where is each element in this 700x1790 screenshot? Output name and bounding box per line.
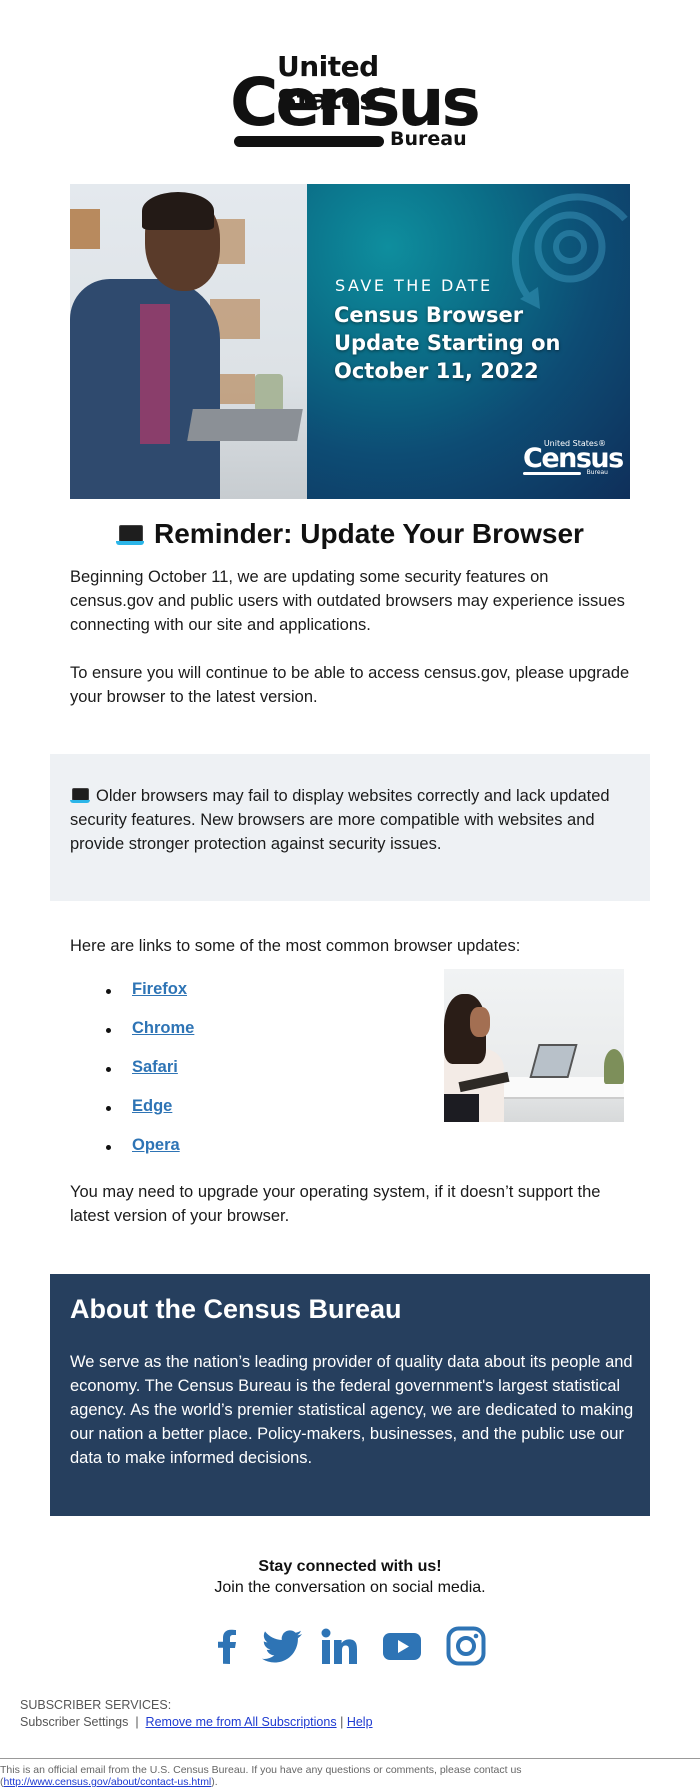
safari-link[interactable]: Safari <box>132 1058 178 1076</box>
help-link[interactable]: Help <box>347 1715 373 1729</box>
reminder-paragraph-1: Beginning October 11, we are updating so… <box>70 568 625 634</box>
firefox-link[interactable]: Firefox <box>132 980 187 998</box>
social-icons <box>208 1626 490 1672</box>
stay-connected-subline: Join the conversation on social media. <box>214 1579 486 1596</box>
list-item: Chrome <box>106 1019 194 1058</box>
hero-photo-man-at-laptop <box>70 184 307 499</box>
facebook-icon[interactable] <box>208 1626 248 1666</box>
reminder-paragraph-2: To ensure you will continue to be able t… <box>70 664 630 706</box>
about-heading: About the Census Bureau <box>70 1294 402 1324</box>
woman-at-laptop-photo <box>444 969 624 1122</box>
older-browsers-notice: Older browsers may fail to display websi… <box>50 754 650 901</box>
logo-bar <box>234 136 384 147</box>
list-item: Safari <box>106 1058 194 1097</box>
separator: | <box>340 1715 344 1729</box>
browser-link-list: Firefox Chrome Safari Edge Opera <box>106 980 194 1175</box>
gear-icon <box>511 193 628 309</box>
browser-links-section: Here are links to some of the most commo… <box>70 934 630 1154</box>
logo-bureau: Bureau <box>390 128 467 150</box>
stay-connected-headline: Stay connected with us! <box>258 1558 442 1575</box>
about-body: We serve as the nation’s leading provide… <box>70 1353 634 1467</box>
list-item: Edge <box>106 1097 194 1136</box>
remove-all-subscriptions-link[interactable]: Remove me from All Subscriptions <box>146 1715 337 1729</box>
stay-connected: Stay connected with us! Join the convers… <box>0 1556 700 1598</box>
chrome-link[interactable]: Chrome <box>132 1019 194 1037</box>
hero-banner: SAVE THE DATE Census Browser Update Star… <box>70 184 630 499</box>
separator: | <box>135 1715 139 1729</box>
twitter-icon[interactable] <box>260 1626 304 1666</box>
hero-census-logo: United States® Census Bureau <box>523 439 624 476</box>
subscriber-services-label: SUBSCRIBER SERVICES: <box>20 1698 172 1712</box>
about-census-bureau: About the Census Bureau We serve as the … <box>50 1274 650 1516</box>
youtube-icon[interactable] <box>382 1626 422 1666</box>
reminder-heading: Reminder: Update Your Browser <box>0 518 700 550</box>
list-item: Firefox <box>106 980 194 1019</box>
edge-link[interactable]: Edge <box>132 1097 172 1115</box>
hero-eyebrow: SAVE THE DATE <box>335 276 493 295</box>
list-item: Opera <box>106 1136 194 1175</box>
linkedin-icon[interactable] <box>320 1626 360 1666</box>
hero-title: Census Browser Update Starting on Octobe… <box>334 303 561 383</box>
instagram-icon[interactable] <box>446 1626 486 1666</box>
footer-divider <box>0 1758 700 1759</box>
hero-text-panel: SAVE THE DATE Census Browser Update Star… <box>307 184 630 499</box>
opera-link[interactable]: Opera <box>132 1136 180 1154</box>
contact-us-link[interactable]: http://www.census.gov/about/contact-us.h… <box>4 1776 212 1788</box>
os-upgrade-note: You may need to upgrade your operating s… <box>70 1183 601 1225</box>
census-bureau-logo: United States® Census Bureau <box>230 50 481 152</box>
browser-links-intro: Here are links to some of the most commo… <box>70 937 521 955</box>
laptop-icon <box>70 788 90 803</box>
subscriber-settings-text: Subscriber Settings <box>20 1715 129 1729</box>
subscriber-services: SUBSCRIBER SERVICES: Subscriber Settings… <box>20 1697 373 1731</box>
laptop-icon <box>116 525 145 545</box>
official-email-notice: This is an official email from the U.S. … <box>0 1764 522 1788</box>
notice-text: Older browsers may fail to display websi… <box>70 787 610 853</box>
official-notice-text: This is an official email from the U.S. … <box>0 1764 522 1776</box>
